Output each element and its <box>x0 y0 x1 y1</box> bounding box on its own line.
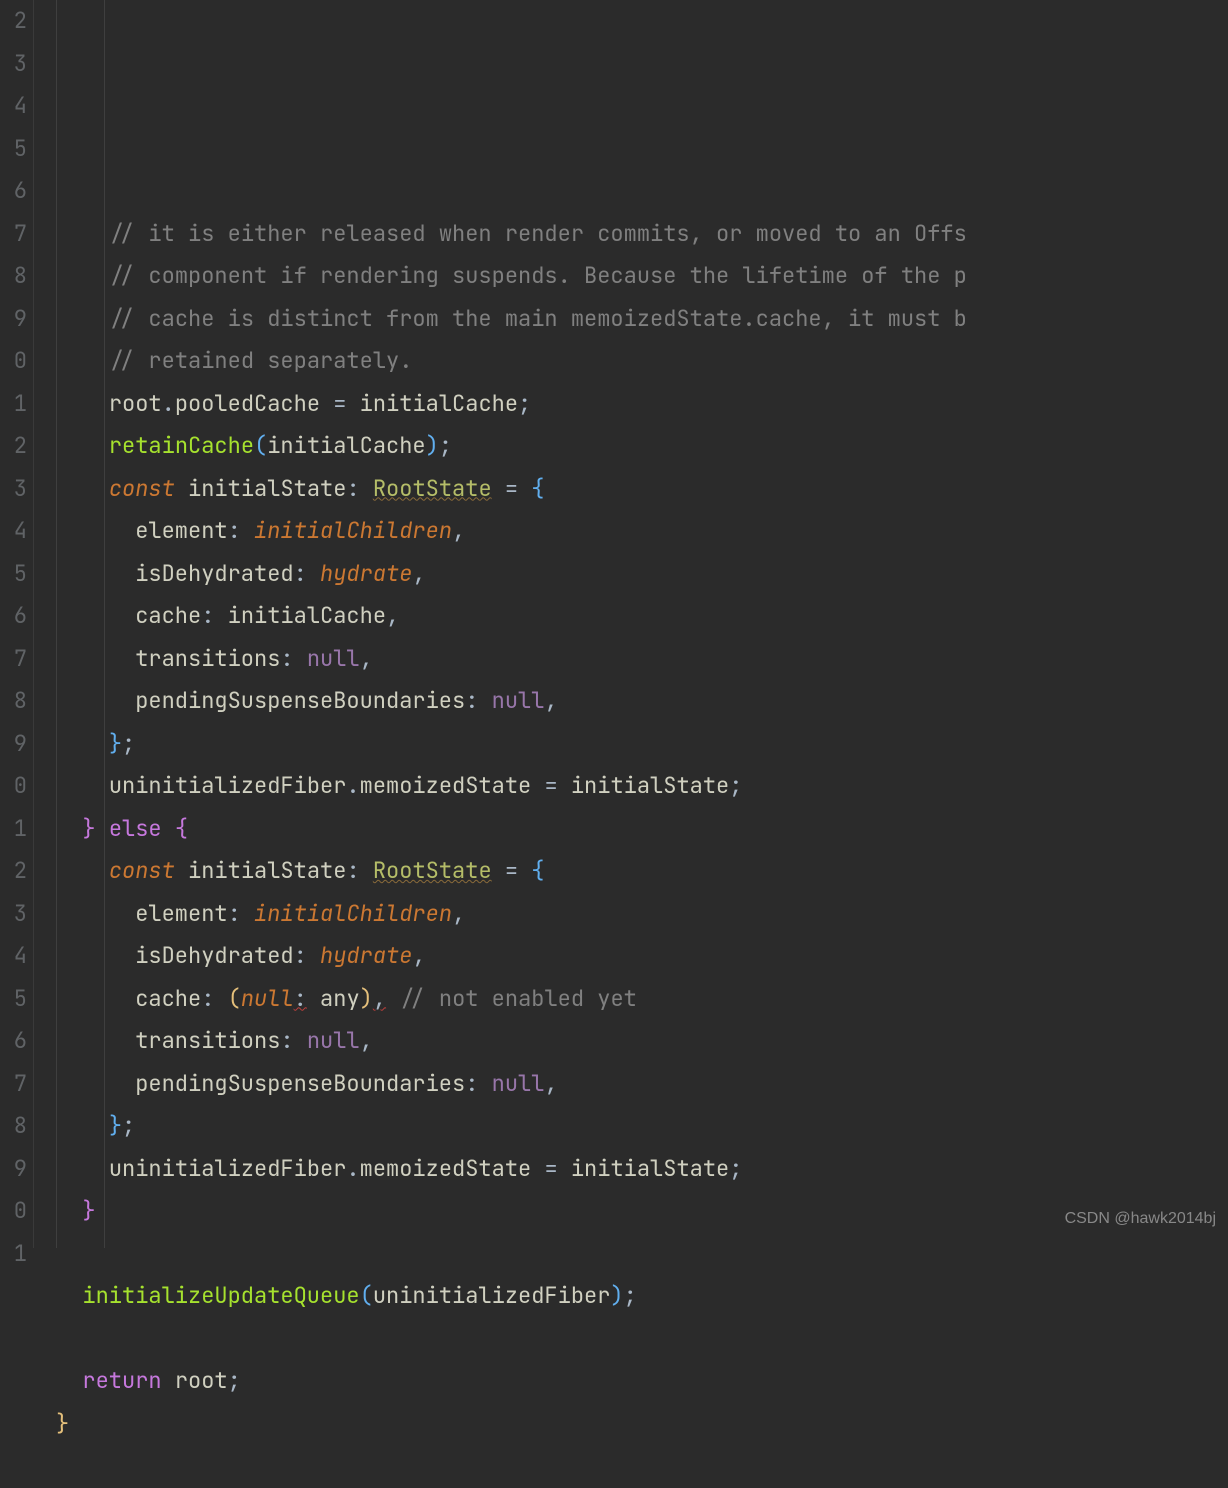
line-number: 7 <box>0 638 27 681</box>
line-number: 9 <box>0 723 27 766</box>
code-line[interactable]: // component if rendering suspends. Beca… <box>56 255 1228 298</box>
code-line[interactable] <box>56 1318 1228 1361</box>
code-line[interactable]: // it is either released when render com… <box>56 213 1228 256</box>
code-line[interactable]: // retained separately. <box>56 340 1228 383</box>
code-line[interactable]: const initialState: RootState = { <box>56 850 1228 893</box>
line-number: 1 <box>0 383 27 426</box>
line-number: 6 <box>0 1020 27 1063</box>
line-number: 3 <box>0 43 27 86</box>
code-line[interactable]: retainCache(initialCache); <box>56 425 1228 468</box>
line-number: 0 <box>0 1190 27 1233</box>
code-line[interactable]: cache: (null: any), // not enabled yet <box>56 978 1228 1021</box>
line-number: 1 <box>0 1233 27 1276</box>
code-line[interactable]: } <box>56 1403 1228 1446</box>
code-line[interactable]: uninitializedFiber.memoizedState = initi… <box>56 1148 1228 1191</box>
line-number: 4 <box>0 935 27 978</box>
code-line[interactable] <box>56 1445 1228 1488</box>
code-line[interactable]: isDehydrated: hydrate, <box>56 553 1228 596</box>
line-number: 7 <box>0 213 27 256</box>
code-line[interactable]: element: initialChildren, <box>56 893 1228 936</box>
code-line[interactable]: pendingSuspenseBoundaries: null, <box>56 1063 1228 1106</box>
code-editor[interactable]: 234567890123456789012345678901 // it is … <box>0 0 1228 1248</box>
line-number: 1 <box>0 808 27 851</box>
line-number-gutter: 234567890123456789012345678901 <box>0 0 34 1248</box>
line-number: 8 <box>0 680 27 723</box>
code-line[interactable]: }; <box>56 1105 1228 1148</box>
line-number: 7 <box>0 1063 27 1106</box>
line-number: 0 <box>0 765 27 808</box>
code-line[interactable]: } <box>56 1190 1228 1233</box>
line-number: 3 <box>0 893 27 936</box>
code-line[interactable]: return root; <box>56 1360 1228 1403</box>
code-line[interactable]: isDehydrated: hydrate, <box>56 935 1228 978</box>
watermark: CSDN @hawk2014bj <box>1065 1198 1216 1241</box>
code-line[interactable] <box>56 1233 1228 1276</box>
code-line[interactable]: initializeUpdateQueue(uninitializedFiber… <box>56 1275 1228 1318</box>
code-line[interactable]: root.pooledCache = initialCache; <box>56 383 1228 426</box>
code-area[interactable]: // it is either released when render com… <box>34 0 1228 1248</box>
line-number: 6 <box>0 170 27 213</box>
line-number: 8 <box>0 255 27 298</box>
code-line[interactable]: element: initialChildren, <box>56 510 1228 553</box>
line-number: 9 <box>0 1148 27 1191</box>
line-number: 4 <box>0 85 27 128</box>
line-number: 9 <box>0 298 27 341</box>
code-line[interactable]: cache: initialCache, <box>56 595 1228 638</box>
line-number: 6 <box>0 595 27 638</box>
code-line[interactable]: transitions: null, <box>56 1020 1228 1063</box>
code-line[interactable]: } else { <box>56 808 1228 851</box>
code-line[interactable]: pendingSuspenseBoundaries: null, <box>56 680 1228 723</box>
line-number: 5 <box>0 978 27 1021</box>
code-line[interactable]: transitions: null, <box>56 638 1228 681</box>
line-number: 0 <box>0 340 27 383</box>
line-number: 2 <box>0 425 27 468</box>
code-line[interactable]: }; <box>56 723 1228 766</box>
line-number: 3 <box>0 468 27 511</box>
line-number: 2 <box>0 850 27 893</box>
line-number: 5 <box>0 553 27 596</box>
code-line[interactable]: const initialState: RootState = { <box>56 468 1228 511</box>
line-number: 4 <box>0 510 27 553</box>
line-number: 8 <box>0 1105 27 1148</box>
line-number: 2 <box>0 0 27 43</box>
line-number: 5 <box>0 128 27 171</box>
code-line[interactable]: uninitializedFiber.memoizedState = initi… <box>56 765 1228 808</box>
code-line[interactable]: // cache is distinct from the main memoi… <box>56 298 1228 341</box>
